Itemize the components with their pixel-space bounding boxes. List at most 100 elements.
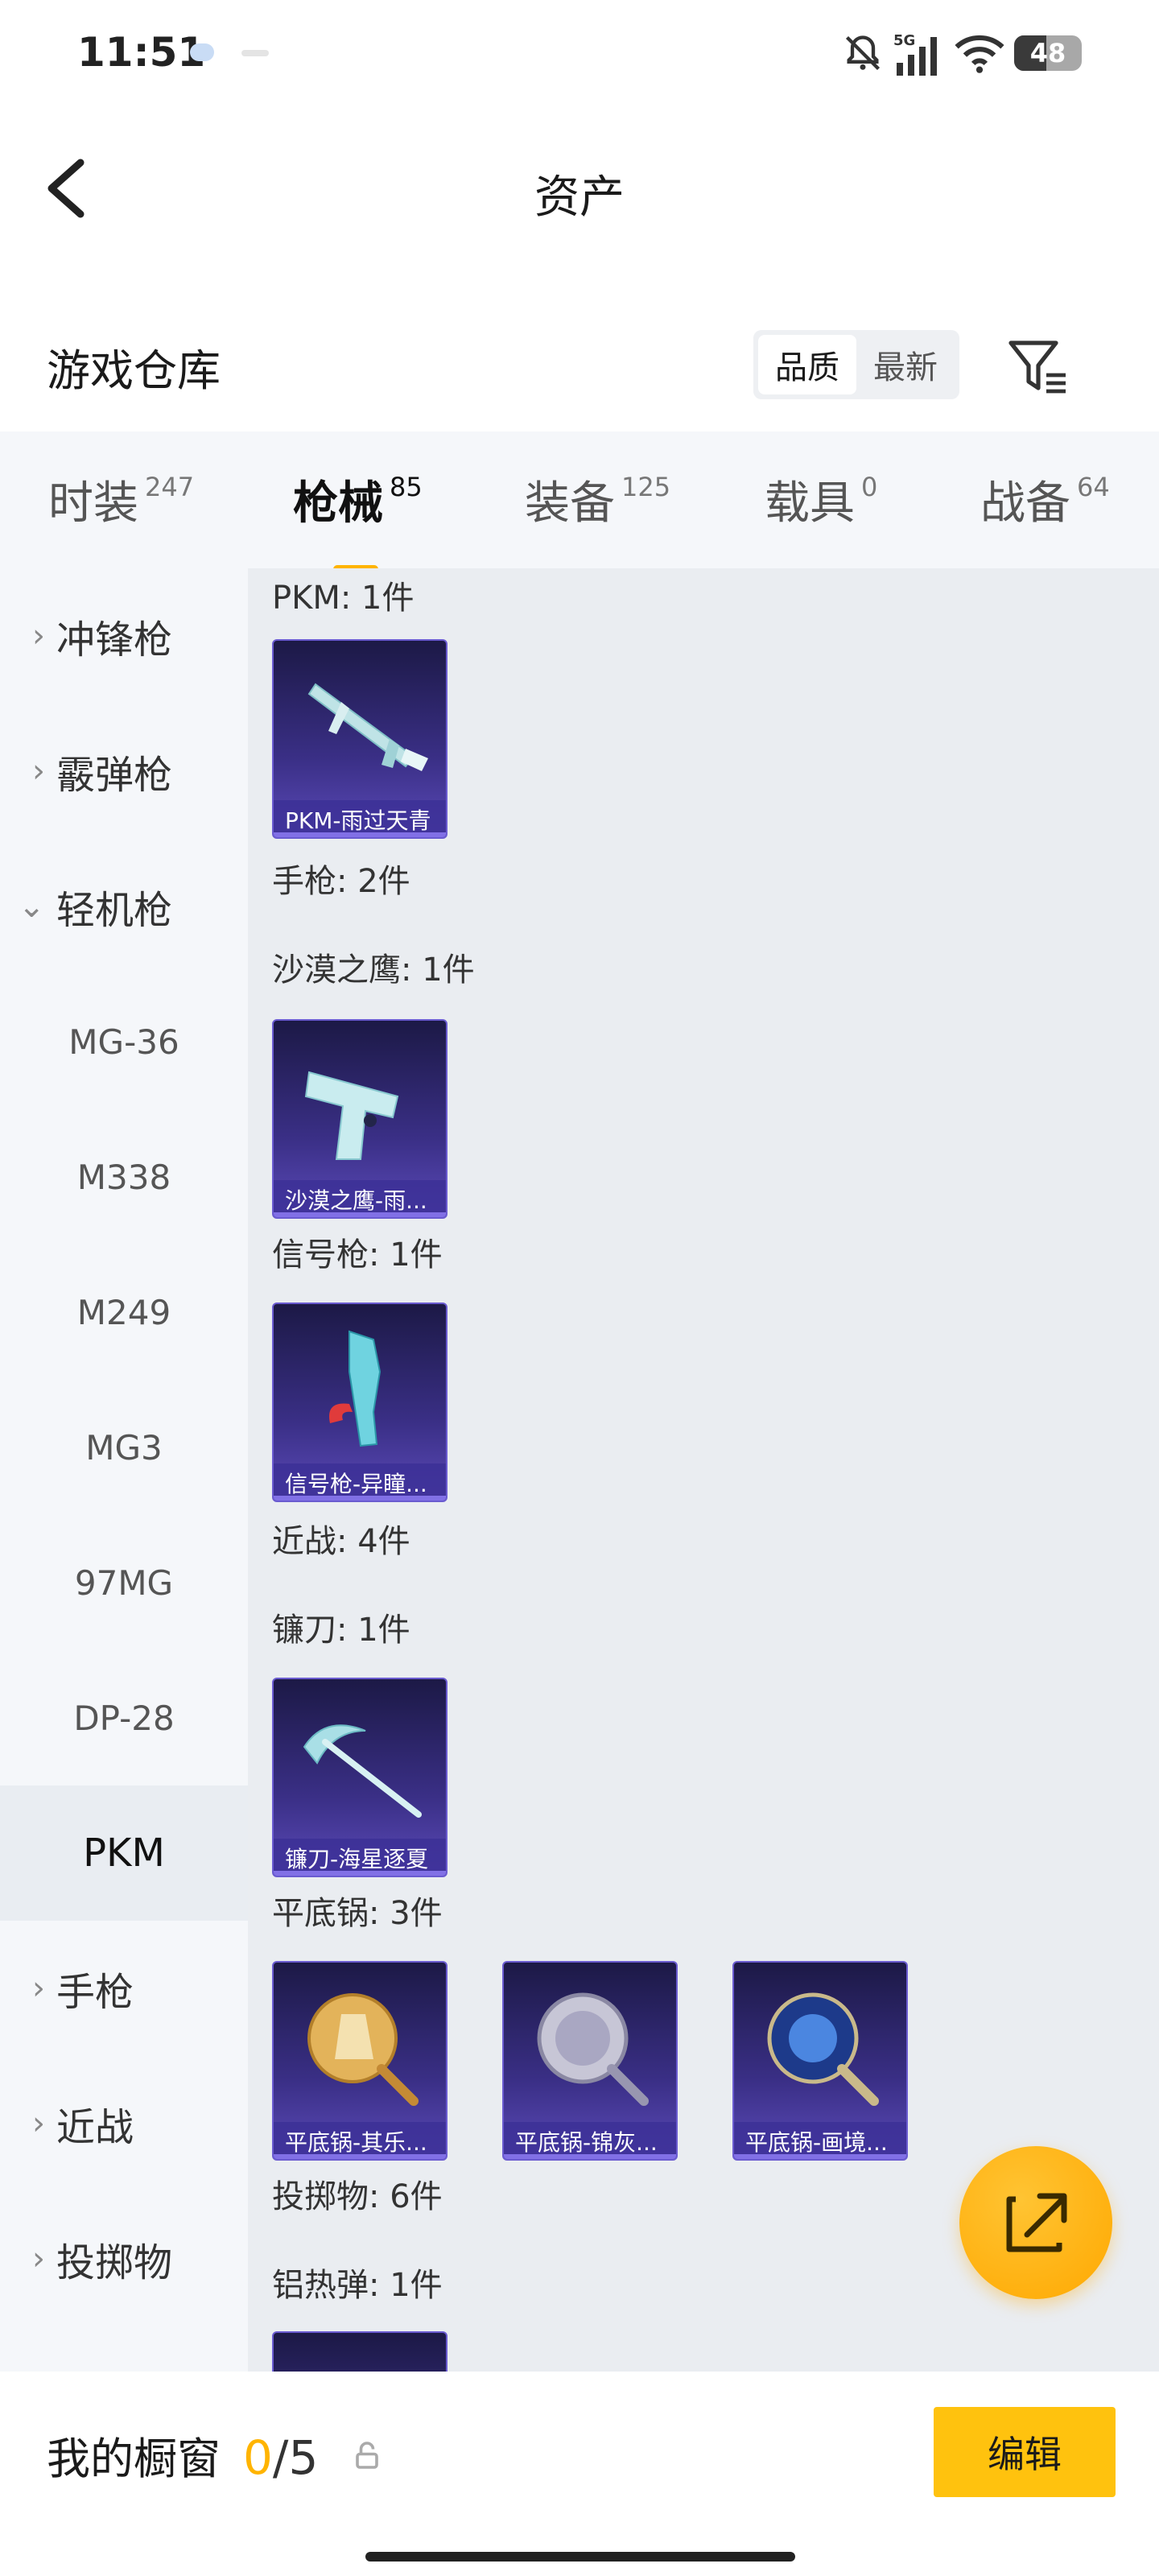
item-card[interactable]: PKM-雨过天青 xyxy=(272,639,448,839)
item-name: 沙漠之鹰-雨... xyxy=(274,1180,446,1217)
warehouse-title: 游戏仓库 xyxy=(47,345,221,396)
sidebar-subitem-m338[interactable]: M338 xyxy=(0,1109,248,1245)
sidebar-item-shotgun[interactable]: › 霰弹枪 xyxy=(0,704,248,839)
battery-icon: 48 xyxy=(1014,35,1082,71)
item-card[interactable] xyxy=(272,2331,448,2372)
pan-icon xyxy=(767,1992,879,2106)
sidebar-subitem-m249[interactable]: M249 xyxy=(0,1245,248,1380)
sort-toggle: 品质 最新 xyxy=(753,330,959,399)
tab-equipment[interactable]: 装备 125 xyxy=(525,467,670,532)
tab-count: 0 xyxy=(861,472,878,502)
chevron-down-icon: ⌄ xyxy=(18,888,45,925)
chevron-right-icon: › xyxy=(32,2240,45,2277)
category-tabs: 时装 247 枪械 85 装备 125 载具 0 战备 64 xyxy=(0,431,1159,573)
section-header: 投掷物: 6件 xyxy=(272,2178,443,2215)
sidebar-item-lmg[interactable]: ⌄ 轻机枪 xyxy=(0,839,248,974)
item-card[interactable]: 镰刀-海星逐夏 xyxy=(272,1678,448,1877)
sidebar-item-label: PKM xyxy=(83,1831,165,1876)
sidebar-item-label: M249 xyxy=(76,1292,171,1332)
sidebar-subitem-97mg[interactable]: 97MG xyxy=(0,1515,248,1650)
sidebar-item-smg[interactable]: › 冲锋枪 xyxy=(0,568,248,704)
showcase-counter: 我的橱窗 0 /5 xyxy=(47,2423,318,2487)
tab-count: 64 xyxy=(1077,472,1110,502)
item-card[interactable]: 平底锅-锦灰... xyxy=(502,1961,678,2161)
sort-newest-button[interactable]: 最新 xyxy=(856,335,955,394)
tab-count: 247 xyxy=(145,472,195,502)
pan-icon xyxy=(537,1992,649,2106)
weapon-category-sidebar: › 冲锋枪 › 霰弹枪 ⌄ 轻机枪 MG-36 M338 M249 MG3 97… xyxy=(0,568,248,2372)
warehouse-row: 游戏仓库 品质 最新 xyxy=(0,314,1159,411)
sidebar-subitem-pkm[interactable]: PKM xyxy=(0,1785,248,1921)
pan-icon xyxy=(307,1993,419,2106)
chevron-right-icon: › xyxy=(32,753,45,790)
tab-label: 时装 xyxy=(48,477,138,530)
sidebar-item-label: 霰弹枪 xyxy=(56,753,173,798)
item-name: 平底锅-其乐... xyxy=(274,2122,446,2159)
home-indicator xyxy=(365,2552,795,2562)
sidebar-item-melee[interactable]: › 近战 xyxy=(0,2056,248,2191)
lock-icon xyxy=(356,2442,378,2469)
app-header: 资产 xyxy=(0,137,1159,242)
sidebar-item-label: M338 xyxy=(76,1157,171,1197)
item-card[interactable]: 沙漠之鹰-雨... xyxy=(272,1019,448,1219)
section-header: PKM: 1件 xyxy=(272,580,415,617)
status-icons: 5G 48 xyxy=(842,29,1082,77)
mute-bell-icon xyxy=(845,35,881,71)
tab-vehicles[interactable]: 载具 0 xyxy=(765,467,877,532)
status-time: 11:51 xyxy=(77,29,206,76)
section-header: 沙漠之鹰: 1件 xyxy=(272,952,475,989)
item-name: 平底锅-锦灰... xyxy=(504,2122,676,2159)
section-header: 铝热弹: 1件 xyxy=(272,2267,443,2304)
section-header: 平底锅: 3件 xyxy=(272,1895,443,1932)
sidebar-item-label: 投掷物 xyxy=(56,2240,173,2285)
tab-count: 85 xyxy=(390,472,423,502)
svg-text:5G: 5G xyxy=(893,32,915,49)
item-card[interactable]: 信号枪-异瞳... xyxy=(272,1302,448,1502)
item-card[interactable]: 平底锅-其乐... xyxy=(272,1961,448,2161)
filter-icon[interactable] xyxy=(1004,333,1069,398)
sidebar-subitem-mg36[interactable]: MG-36 xyxy=(0,974,248,1109)
flare-gun-icon xyxy=(329,1330,382,1447)
tab-tactical[interactable]: 战备 64 xyxy=(980,467,1110,532)
sidebar-item-label: MG-36 xyxy=(68,1022,179,1062)
item-card[interactable]: 平底锅-画境... xyxy=(732,1961,908,2161)
sidebar-item-label: 近战 xyxy=(56,2105,134,2150)
section-header: 手枪: 2件 xyxy=(272,863,410,900)
chevron-right-icon: › xyxy=(32,1970,45,2007)
item-name: 平底锅-画境... xyxy=(734,2122,906,2159)
tab-label: 载具 xyxy=(765,477,855,530)
tab-fashion[interactable]: 时装 247 xyxy=(48,467,194,532)
sidebar-subitem-dp28[interactable]: DP-28 xyxy=(0,1650,248,1785)
chevron-right-icon: › xyxy=(32,617,45,654)
tab-count: 125 xyxy=(621,472,671,502)
tab-firearms[interactable]: 枪械 85 xyxy=(293,467,423,573)
bottom-bar: 我的橱窗 0 /5 编辑 xyxy=(0,2372,1159,2576)
showcase-total-count: /5 xyxy=(272,2430,319,2485)
sidebar-item-label: MG3 xyxy=(85,1427,163,1468)
status-bar: 11:51 5G 48 xyxy=(0,0,1159,105)
page-title: 资产 xyxy=(534,171,625,224)
sidebar-item-label: 冲锋枪 xyxy=(56,617,173,663)
sort-quality-button[interactable]: 品质 xyxy=(758,335,856,394)
edit-button[interactable]: 编辑 xyxy=(934,2407,1116,2497)
scythe-icon xyxy=(303,1724,422,1818)
item-name: 信号枪-异瞳... xyxy=(274,1463,446,1501)
section-header: 镰刀: 1件 xyxy=(272,1612,410,1649)
item-name: PKM-雨过天青 xyxy=(274,800,446,837)
sidebar-item-throwables[interactable]: › 投掷物 xyxy=(0,2191,248,2326)
sidebar-item-label: 手枪 xyxy=(56,1970,134,2015)
share-out-icon xyxy=(1006,2193,1067,2252)
tab-label: 战备 xyxy=(980,477,1070,530)
notification-dots-icon xyxy=(241,50,269,56)
showcase-current-count: 0 xyxy=(243,2430,273,2485)
tab-label: 装备 xyxy=(525,477,615,530)
sidebar-item-label: DP-28 xyxy=(73,1698,175,1738)
section-header: 近战: 4件 xyxy=(272,1523,410,1560)
pistol-icon xyxy=(304,1071,399,1160)
sidebar-subitem-mg3[interactable]: MG3 xyxy=(0,1380,248,1515)
notification-icon xyxy=(190,43,214,61)
sidebar-item-pistol[interactable]: › 手枪 xyxy=(0,1921,248,2056)
section-header: 信号枪: 1件 xyxy=(272,1236,443,1274)
share-button[interactable] xyxy=(959,2146,1112,2299)
wifi-icon xyxy=(955,35,1004,73)
